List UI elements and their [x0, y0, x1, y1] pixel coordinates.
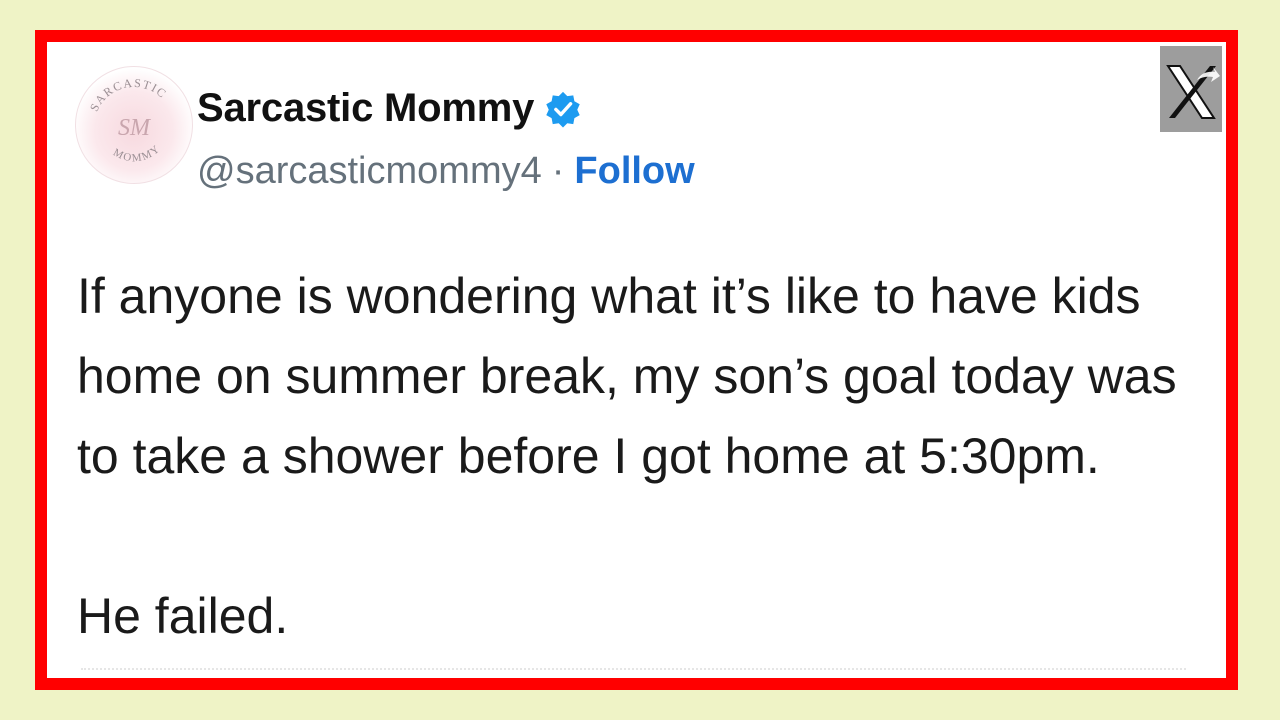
- follow-button[interactable]: Follow: [574, 150, 694, 193]
- handle-row: @sarcasticmommy4 · Follow: [197, 150, 695, 193]
- author-row: Sarcastic Mommy: [197, 86, 582, 131]
- tweet-line-3: to take a shower before I got home at 5:…: [77, 428, 1100, 484]
- x-logo-icon[interactable]: [1160, 46, 1222, 132]
- author-name[interactable]: Sarcastic Mommy: [197, 86, 534, 131]
- svg-text:SARCASTIC: SARCASTIC: [87, 76, 170, 114]
- avatar-monogram: SM: [118, 115, 152, 141]
- verified-badge-icon: [546, 91, 580, 128]
- tweet-card: SARCASTIC SM MOMMY Sarcastic Mommy @sarc…: [35, 30, 1238, 690]
- avatar-text-top: SARCASTIC: [87, 76, 168, 114]
- tweet-line-2: home on summer break, my son’s goal toda…: [77, 348, 1177, 404]
- avatar-text-bottom: MOMMY: [111, 143, 161, 165]
- author-handle[interactable]: @sarcasticmommy4: [197, 150, 542, 193]
- tweet-text: If anyone is wondering what it’s like to…: [77, 256, 1217, 656]
- svg-text:MOMMY: MOMMY: [111, 143, 163, 165]
- tweet-footer-divider: [81, 668, 1186, 678]
- handle-separator: ·: [551, 150, 565, 192]
- avatar[interactable]: SARCASTIC SM MOMMY: [75, 66, 193, 184]
- tweet-closing-line: He failed.: [77, 588, 289, 644]
- tweet-line-1: If anyone is wondering what it’s like to…: [77, 268, 1141, 324]
- x-logo-graphic: [1160, 46, 1222, 132]
- avatar-logo: SARCASTIC SM MOMMY: [87, 76, 170, 165]
